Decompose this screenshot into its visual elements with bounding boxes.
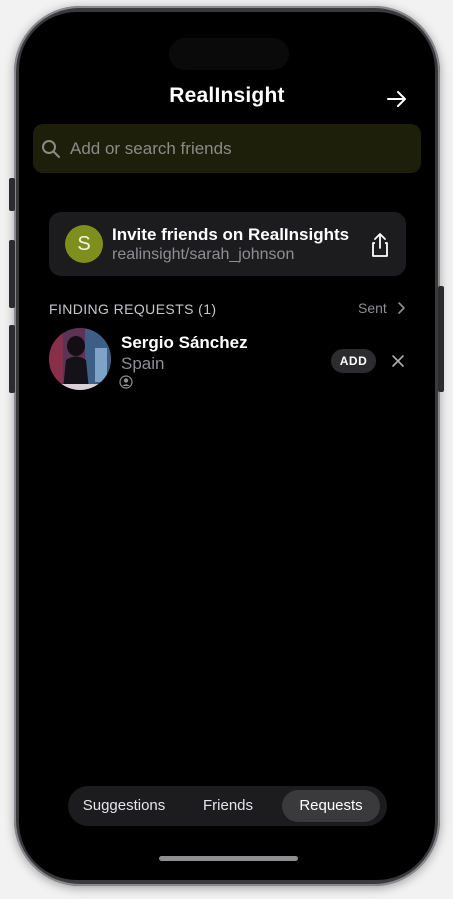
invite-title: Invite friends on RealInsights: [112, 225, 350, 244]
search-icon: [42, 139, 60, 158]
arrow-right-icon[interactable]: [385, 88, 409, 110]
app-title: RealInsight: [169, 84, 285, 107]
tab-friends[interactable]: Friends: [185, 790, 271, 822]
section-title: FINDING REQUESTS (1): [49, 301, 217, 317]
search-bar[interactable]: [33, 124, 421, 173]
invite-card[interactable]: S Invite friends on RealInsights realins…: [49, 212, 406, 276]
request-country: Spain: [121, 354, 165, 373]
tab-requests[interactable]: Requests: [282, 790, 380, 822]
close-icon[interactable]: [391, 354, 405, 368]
dynamic-island: [169, 38, 289, 70]
share-icon[interactable]: [369, 232, 391, 258]
home-indicator: [159, 856, 298, 861]
user-circle-icon: [119, 375, 133, 389]
profile-photo: [49, 328, 111, 390]
avatar: S: [65, 225, 103, 263]
search-input[interactable]: [68, 137, 392, 160]
app-screen: RealInsight S Invite friends on RealInsi…: [19, 12, 435, 880]
invite-link: realinsight/sarah_johnson: [112, 246, 295, 263]
segmented-tabs: Suggestions Friends Requests: [68, 786, 387, 826]
tab-suggestions[interactable]: Suggestions: [72, 790, 176, 822]
sent-label: Sent: [358, 300, 387, 316]
list-item[interactable]: Sergio Sánchez Spain ADD: [49, 328, 409, 392]
power-button: [438, 286, 444, 392]
chevron-right-icon: [398, 302, 405, 314]
request-name: Sergio Sánchez: [121, 333, 248, 352]
volume-down-button: [9, 325, 15, 393]
volume-up-button: [9, 240, 15, 308]
add-button[interactable]: ADD: [331, 349, 376, 373]
sent-link[interactable]: Sent: [358, 300, 406, 316]
action-button: [9, 178, 15, 211]
